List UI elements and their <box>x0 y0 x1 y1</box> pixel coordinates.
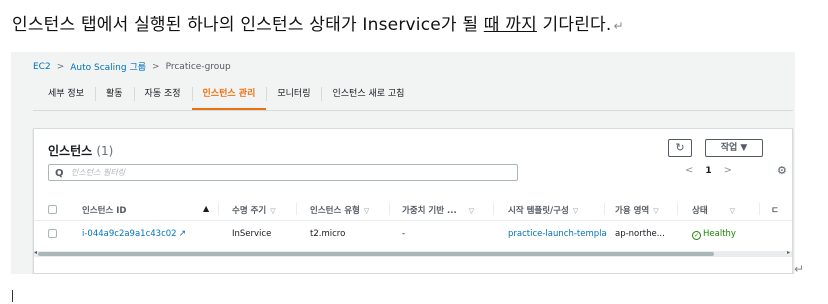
horizontal-scrollbar[interactable]: ◂ ▸ <box>34 249 792 257</box>
chevron-right-icon[interactable]: > <box>724 165 732 176</box>
instance-id-link[interactable]: i-044a9c2a9a1c43c02 ↗ <box>82 229 186 239</box>
chevron-right-icon: > <box>152 61 160 72</box>
paragraph-mark-icon: ↵ <box>613 19 624 33</box>
page-number[interactable]: 1 <box>705 166 711 176</box>
column-label: ㄷ <box>771 206 779 216</box>
column-label: 인스턴스 유형 <box>310 206 360 216</box>
panel-title-label: 인스턴스 <box>48 144 93 158</box>
tab-automatic-scaling[interactable]: 자동 조정 <box>133 82 192 110</box>
external-link-icon: ↗ <box>178 229 187 239</box>
breadcrumb-ec2[interactable]: EC2 <box>33 62 51 72</box>
aws-console-screenshot: EC2 > Auto Scaling 그룹 > Prcatice-group 세… <box>11 52 795 274</box>
column-divider <box>389 203 390 215</box>
column-divider <box>493 203 494 215</box>
column-label: 가용 영역 <box>615 206 650 216</box>
panel-title: 인스턴스 (1) <box>48 142 113 159</box>
refresh-button[interactable]: ↻ <box>668 139 692 157</box>
sort-icon: ▽ <box>729 207 736 215</box>
refresh-icon: ↻ <box>675 141 685 154</box>
search-input[interactable]: Q 인스턴스 필터링 <box>48 164 518 181</box>
column-label: 시작 템플릿/구성 <box>508 206 569 216</box>
instance-type-cell: t2.micro <box>310 229 346 239</box>
breadcrumb-auto-scaling-groups[interactable]: Auto Scaling 그룹 <box>70 60 146 73</box>
sort-icon: ▽ <box>270 207 276 215</box>
instance-id: i-044a9c2a9a1c43c02 <box>82 229 177 239</box>
status-badge: ✓ Healthy <box>692 229 736 240</box>
column-divider <box>677 203 678 215</box>
paragraph-mark-icon: ↵ <box>794 262 805 276</box>
instances-panel: 인스턴스 (1) ↻ 작업 ▼ Q 인스턴스 필터링 < 1 > ⚙ 인스턴스 … <box>33 128 793 274</box>
scrollbar-thumb[interactable] <box>38 252 714 256</box>
availability-zone-cell: ap-northe... <box>615 229 665 239</box>
column-header-launch-template[interactable]: 시작 템플릿/구성 ▽ <box>508 204 578 216</box>
column-header-instance-id[interactable]: 인스턴스 ID <box>82 204 126 216</box>
weight-cell: - <box>402 229 406 239</box>
column-header-status[interactable]: 상태 ▽ <box>692 204 735 216</box>
sort-icon: ▽ <box>653 207 659 215</box>
document-instruction-line: 인스턴스 탭에서 실행된 하나의 인스턴스 상태가 Inservice가 될 때… <box>12 10 624 35</box>
tab-details[interactable]: 세부 정보 <box>37 82 95 110</box>
search-icon: Q <box>55 168 64 179</box>
instruction-underlined-text: 때 까지 <box>483 15 537 35</box>
column-header-weight[interactable]: 가중치 기반 ... ▽ <box>402 204 474 216</box>
search-placeholder: 인스턴스 필터링 <box>71 168 126 177</box>
column-divider <box>296 203 297 215</box>
column-divider <box>759 203 760 215</box>
column-header-truncated[interactable]: ㄷ <box>771 204 779 216</box>
table-header: 인스턴스 ID ▲ 수명 주기 ▽ 인스턴스 유형 ▽ 가중치 기반 ... ▽ 시작… <box>34 197 792 221</box>
column-divider <box>218 203 219 215</box>
launch-template-link[interactable]: practice-launch-templa <box>508 229 607 239</box>
sort-icon: ▽ <box>363 207 370 215</box>
tab-bar: 세부 정보 활동 자동 조정 인스턴스 관리 모니터링 인스턴스 새로 고침 <box>37 82 415 110</box>
sort-icon: ▽ <box>572 207 579 215</box>
scroll-right-arrow-icon[interactable]: ▸ <box>787 249 790 256</box>
column-label: 인스턴스 ID <box>82 206 127 216</box>
tab-activity[interactable]: 활동 <box>94 82 134 110</box>
sort-asc-icon: ▲ <box>203 204 210 213</box>
text-cursor <box>12 290 13 302</box>
select-all-checkbox[interactable] <box>48 205 57 214</box>
lifecycle-cell: InService <box>232 229 272 239</box>
column-header-lifecycle[interactable]: 수명 주기 ▽ <box>232 204 276 216</box>
gear-icon[interactable]: ⚙ <box>777 164 787 177</box>
column-divider <box>604 203 605 215</box>
column-header-instance-type[interactable]: 인스턴스 유형 ▽ <box>310 204 369 216</box>
column-label: 상태 <box>692 206 708 216</box>
row-checkbox[interactable] <box>48 229 57 238</box>
sort-icon: ▽ <box>468 207 475 215</box>
chevron-left-icon[interactable]: < <box>685 165 693 176</box>
check-circle-icon: ✓ <box>692 231 701 240</box>
chevron-right-icon: > <box>56 61 65 72</box>
breadcrumb-current-group: Prcatice-group <box>165 61 231 72</box>
table-row[interactable]: i-044a9c2a9a1c43c02 ↗ InService t2.micro … <box>34 221 792 245</box>
tabs-divider <box>33 110 793 111</box>
tab-instance-management[interactable]: 인스턴스 관리 <box>191 82 267 110</box>
breadcrumb: EC2 > Auto Scaling 그룹 > Prcatice-group <box>33 60 231 74</box>
column-header-availability-zone[interactable]: 가용 영역 ▽ <box>615 204 659 216</box>
tab-instance-refresh[interactable]: 인스턴스 새로 고침 <box>321 82 415 110</box>
actions-button[interactable]: 작업 ▼ <box>705 139 763 157</box>
pagination: < 1 > <box>685 165 732 176</box>
column-label: 수명 주기 <box>232 206 267 216</box>
health-status: Healthy <box>703 229 736 239</box>
tab-monitoring[interactable]: 모니터링 <box>266 82 321 110</box>
instance-count: (1) <box>96 144 114 158</box>
instruction-text: 인스턴스 탭에서 실행된 하나의 인스턴스 상태가 Inservice가 될 <box>12 15 484 35</box>
scroll-left-arrow-icon[interactable]: ◂ <box>34 249 37 256</box>
column-label: 가중치 기반 ... <box>402 206 457 216</box>
instruction-text-end: 기다린다. <box>536 15 612 35</box>
sort-asc-icon[interactable]: ▲ <box>199 204 209 214</box>
